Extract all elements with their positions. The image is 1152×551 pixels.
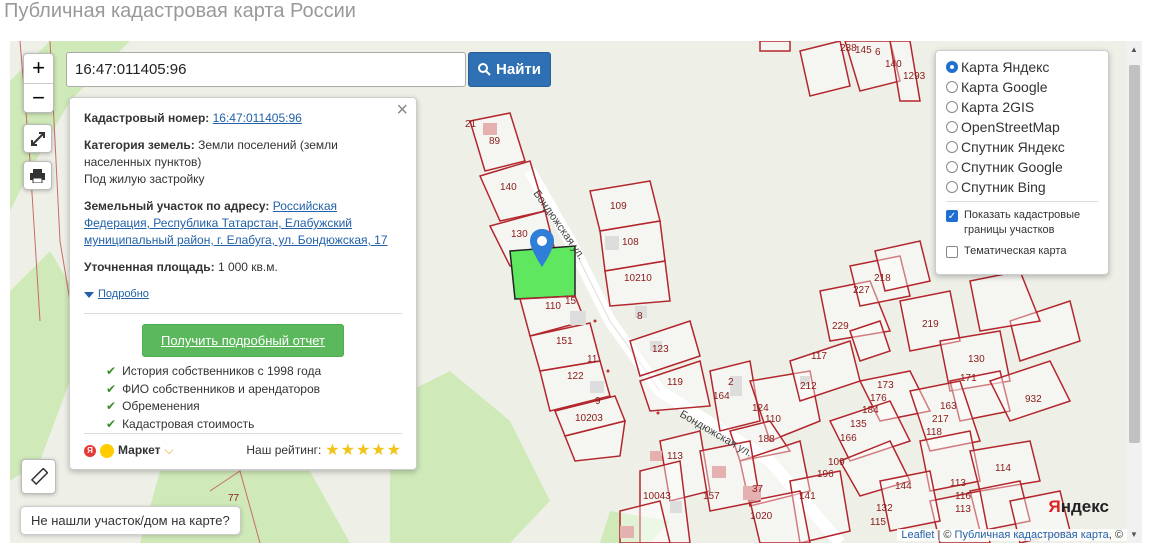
usage-value: Под жилую застройку	[84, 172, 205, 186]
yandex-logo-first: Я	[1048, 497, 1061, 516]
area-row: Уточненная площадь: 1 000 кв.м.	[84, 259, 402, 276]
pkk-link[interactable]: Публичная кадастровая карта	[955, 529, 1109, 541]
market-badge[interactable]: Я Маркет ⌵	[84, 442, 174, 459]
layer-checkbox[interactable]: ✓ Показать кадастровые границы участков	[946, 208, 1098, 238]
star-rating: ★★★★★	[325, 442, 402, 459]
search-input[interactable]: 16:47:011405:96	[66, 52, 466, 87]
layer-label: Спутник Bing	[961, 179, 1046, 195]
chevron-down-icon: ⌵	[164, 443, 174, 457]
layer-label: Карта Яндекс	[961, 59, 1050, 75]
leaflet-link[interactable]: Leaflet	[901, 529, 934, 541]
caret-down-icon	[84, 291, 94, 298]
area-label: Уточненная площадь:	[84, 260, 215, 274]
radio-icon[interactable]	[946, 161, 958, 173]
attribution-sep: | ©	[934, 529, 955, 541]
feature-item: ✔ ФИО собственников и арендаторов	[106, 381, 402, 399]
layer-option[interactable]: Карта Яндекс	[946, 57, 1098, 77]
radio-icon[interactable]	[946, 61, 958, 73]
scrollbar[interactable]: ▲ ▼	[1127, 41, 1142, 543]
layer-option[interactable]: Спутник Яндекс	[946, 137, 1098, 157]
print-icon	[30, 168, 45, 183]
scroll-up-icon[interactable]: ▲	[1130, 45, 1138, 54]
map-marker-icon[interactable]	[530, 229, 554, 267]
more-label: Подробно	[98, 288, 149, 300]
yandex-icon: Я	[84, 444, 96, 457]
category-label: Категория земель:	[84, 138, 195, 152]
cadnum-link[interactable]: 16:47:011405:96	[213, 111, 302, 125]
feature-item: ✔ Кадастровая стоимость	[106, 416, 402, 434]
feature-text: Кадастровая стоимость	[122, 416, 255, 431]
ruler-button[interactable]	[21, 459, 56, 494]
checkbox-icon[interactable]	[946, 246, 958, 258]
check-icon: ✔	[106, 364, 117, 378]
ruler-icon	[30, 467, 48, 485]
feature-item: ✔ История собственников с 1998 года	[106, 363, 402, 381]
search-button[interactable]: Найти	[468, 52, 551, 87]
check-icon: ✔	[106, 416, 117, 431]
search-icon	[478, 63, 491, 76]
zoom-out-button[interactable]: −	[24, 84, 53, 114]
layers-panel: Карта Яндекс Карта Google Карта 2GIS Ope…	[935, 50, 1109, 275]
fullscreen-button[interactable]	[23, 124, 52, 153]
rating: Наш рейтинг: ★★★★★	[246, 442, 402, 459]
cadnum-row: Кадастровый номер: 16:47:011405:96	[84, 110, 402, 127]
layer-label: Спутник Яндекс	[961, 139, 1065, 155]
area-value: 1 000 кв.м.	[217, 260, 278, 274]
more-link[interactable]: Подробно	[84, 286, 402, 303]
divider	[84, 313, 402, 314]
attribution-tail: , ©	[1108, 529, 1123, 541]
checkbox-label: Тематическая карта	[964, 245, 1067, 257]
address-label: Земельный участок по адресу:	[84, 199, 270, 213]
radio-icon[interactable]	[946, 101, 958, 113]
scroll-down-icon[interactable]: ▼	[1130, 530, 1138, 539]
yandex-logo-rest: ндекс	[1060, 497, 1109, 516]
rating-row: Я Маркет ⌵ Наш рейтинг: ★★★★★	[84, 433, 402, 461]
feature-text: ФИО собственников и арендаторов	[122, 381, 321, 396]
radio-icon[interactable]	[946, 121, 958, 133]
expand-icon	[30, 131, 45, 146]
radio-icon[interactable]	[946, 141, 958, 153]
market-label: Маркет	[118, 443, 161, 457]
check-icon: ✔	[106, 399, 117, 413]
radio-icon[interactable]	[946, 181, 958, 193]
close-icon[interactable]: ×	[396, 100, 408, 120]
layer-option[interactable]: OpenStreetMap	[946, 117, 1098, 137]
divider	[946, 201, 1098, 202]
feature-text: История собственников с 1998 года	[122, 364, 322, 378]
not-found-button[interactable]: Не нашли участок/дом на карте?	[20, 506, 241, 535]
map[interactable]: 21 89 140 130 110 15 151 11 122 9 10203 …	[10, 41, 1127, 543]
market-icon	[100, 443, 114, 458]
layer-label: Карта Google	[961, 79, 1048, 95]
layer-label: OpenStreetMap	[961, 119, 1060, 135]
search-button-label: Найти	[496, 61, 541, 78]
zoom-control: + −	[23, 53, 54, 113]
address-row: Земельный участок по адресу: Российская …	[84, 198, 402, 249]
zoom-in-button[interactable]: +	[24, 54, 53, 84]
checkbox-icon[interactable]: ✓	[946, 210, 958, 222]
feature-list: ✔ История собственников с 1998 года ✔ ФИО …	[106, 363, 402, 433]
print-button[interactable]	[23, 161, 52, 190]
feature-text: Обременения	[122, 399, 200, 413]
radio-icon[interactable]	[946, 81, 958, 93]
check-icon: ✔	[106, 381, 117, 396]
layer-option[interactable]: Карта Google	[946, 77, 1098, 97]
attribution: Leaflet | © Публичная кадастровая карта,…	[897, 529, 1127, 541]
layer-label: Спутник Google	[961, 159, 1063, 175]
scrollbar-thumb[interactable]	[1129, 65, 1140, 443]
layer-label: Карта 2GIS	[961, 99, 1035, 115]
layer-option[interactable]: Спутник Google	[946, 157, 1098, 177]
parcel-info-popup: × Кадастровый номер: 16:47:011405:96 Кат…	[69, 97, 417, 470]
layer-option[interactable]: Спутник Bing	[946, 177, 1098, 197]
feature-item: ✔ Обременения	[106, 398, 402, 416]
checkbox-label: Показать кадастровые границы участков	[964, 209, 1081, 236]
layer-checkbox[interactable]: Тематическая карта	[946, 244, 1098, 259]
category-row: Категория земель: Земли поселений (земли…	[84, 137, 402, 188]
report-button[interactable]: Получить подробный отчет	[142, 324, 344, 357]
page-title: Публичная кадастровая карта России	[4, 0, 356, 22]
layer-option[interactable]: Карта 2GIS	[946, 97, 1098, 117]
rating-label: Наш рейтинг:	[246, 443, 322, 457]
cadnum-label: Кадастровый номер:	[84, 111, 210, 125]
yandex-logo: Яндекс	[1049, 497, 1109, 517]
